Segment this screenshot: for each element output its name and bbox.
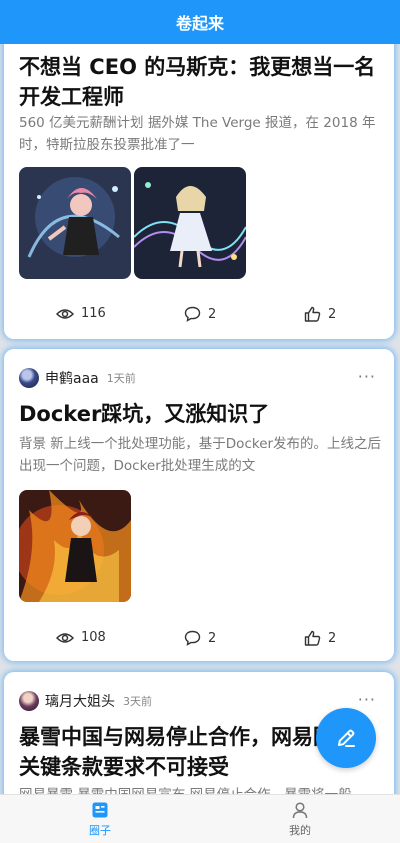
comment-icon — [184, 630, 201, 646]
new-post-button[interactable] — [316, 708, 376, 768]
feed-icon — [92, 802, 108, 817]
bottom-tab-bar: 圈子 我的 — [0, 794, 400, 843]
post-excerpt: 背景 新上线一个批处理功能，基于Docker发布的。上线之后出现一个问题，Doc… — [19, 436, 382, 474]
tab-label: 我的 — [289, 823, 311, 837]
author-name[interactable]: 申鹤aaa — [45, 368, 99, 388]
edit-pencil-icon — [338, 729, 355, 747]
comments-count: 2 — [208, 630, 217, 646]
likes-stat[interactable]: 2 — [304, 306, 336, 322]
post-title[interactable]: 不想当 CEO 的马斯克：我更想当一名开发工程师 — [19, 52, 382, 112]
eye-icon — [56, 308, 74, 319]
tab-feed[interactable]: 圈子 — [0, 795, 200, 843]
page-title: 卷起来 — [175, 14, 224, 33]
views-count: 108 — [81, 630, 106, 645]
post-time: 1天前 — [106, 372, 136, 385]
post-excerpt: 网易暴雪 暴雪中国网易宣布 网易停止合作，暴雪将一般 — [19, 784, 382, 794]
post-meta: 璃月大姐头 3天前 — [19, 690, 152, 712]
more-options-icon[interactable]: ··· — [358, 690, 376, 709]
avatar[interactable] — [19, 368, 39, 388]
post-card[interactable]: 申鹤aaa 1天前 ··· Docker踩坑，又涨知识了 背景 新上线一个批处理… — [4, 349, 394, 661]
app-header: 卷起来 — [0, 0, 400, 44]
tab-profile[interactable]: 我的 — [200, 795, 400, 843]
post-meta: 申鹤aaa 1天前 — [19, 367, 136, 389]
post-image[interactable] — [19, 167, 131, 279]
post-image[interactable] — [134, 167, 246, 279]
likes-count: 2 — [328, 630, 337, 646]
views-stat: 108 — [56, 630, 106, 645]
post-title[interactable]: Docker踩坑，又涨知识了 — [19, 399, 382, 429]
more-options-icon[interactable]: ··· — [358, 367, 376, 386]
thumbs-up-icon — [304, 306, 321, 322]
views-count: 116 — [81, 306, 106, 321]
eye-icon — [56, 632, 74, 643]
views-stat: 116 — [56, 306, 106, 321]
post-excerpt: 560 亿美元薪酬计划 据外媒 The Verge 报道，在 2018 年时，特… — [19, 115, 376, 153]
user-icon — [292, 801, 308, 818]
likes-stat[interactable]: 2 — [304, 630, 336, 646]
post-image[interactable] — [19, 490, 131, 602]
post-card[interactable]: 不想当 CEO 的马斯克：我更想当一名开发工程师 560 亿美元薪酬计划 据外媒… — [4, 44, 394, 339]
thumbs-up-icon — [304, 630, 321, 646]
comments-stat[interactable]: 2 — [184, 630, 216, 646]
post-feed[interactable]: 不想当 CEO 的马斯克：我更想当一名开发工程师 560 亿美元薪酬计划 据外媒… — [0, 44, 400, 794]
avatar[interactable] — [19, 691, 39, 711]
author-name[interactable]: 璃月大姐头 — [45, 691, 115, 711]
comments-count: 2 — [208, 306, 217, 322]
likes-count: 2 — [328, 306, 337, 322]
comment-icon — [184, 306, 201, 322]
post-time: 3天前 — [123, 695, 152, 708]
tab-label: 圈子 — [89, 823, 111, 837]
comments-stat[interactable]: 2 — [184, 306, 216, 322]
